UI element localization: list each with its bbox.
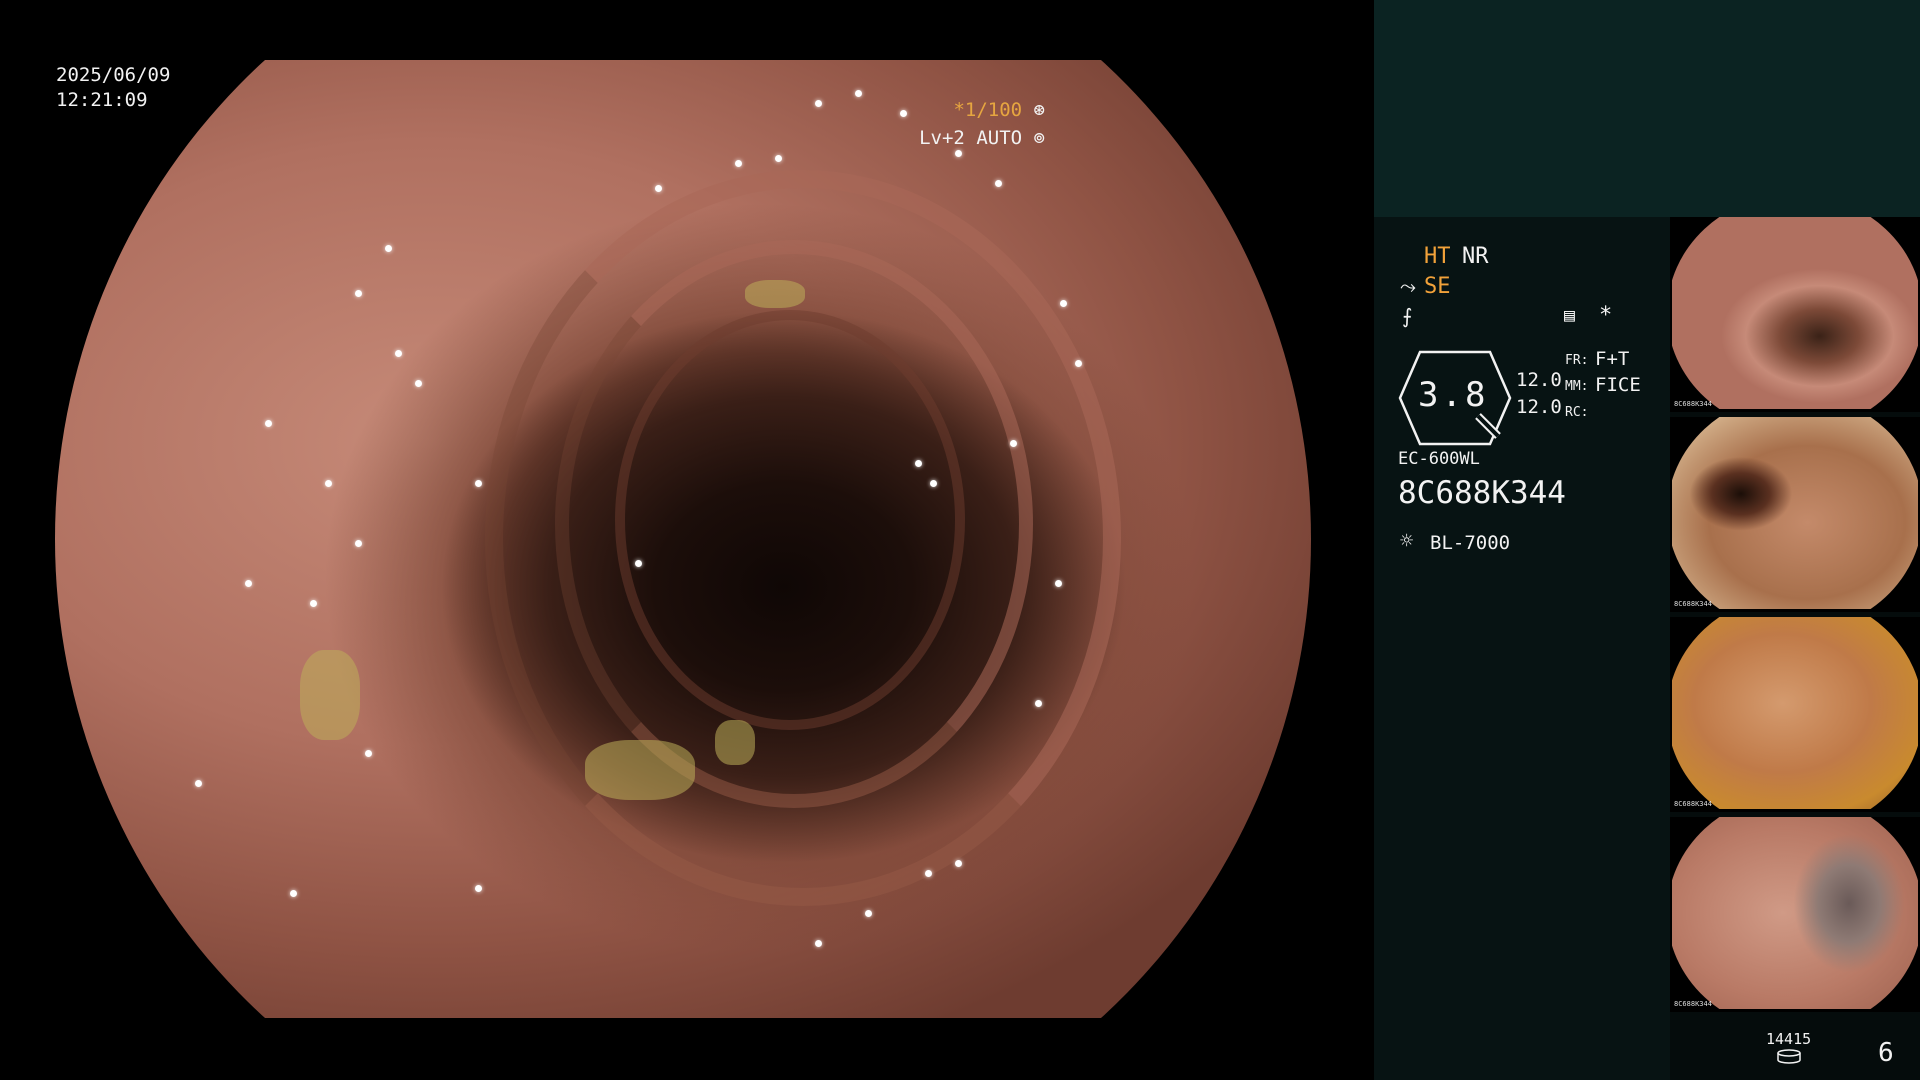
glint [195,780,202,787]
glint [865,910,872,917]
glint [325,480,332,487]
thumbnail-image [1672,417,1918,609]
thumbnail[interactable]: 8C688K344 [1670,817,1920,1012]
glint [365,750,372,757]
right-panel: HT NR ⤳ SE ⨍ ▤ * 3.8 12.0 12.0 FR: F+T M… [1374,0,1920,1080]
glint [855,90,862,97]
glint [925,870,932,877]
thumbnail[interactable]: 8C688K344 [1670,617,1920,812]
glint [475,480,482,487]
glint [900,110,907,117]
glint [955,860,962,867]
glint [930,480,937,487]
glint [815,940,822,947]
glint [775,155,782,162]
image-count: 14415 [1766,1030,1812,1048]
thumbnail-caption: 8C688K344 [1674,1000,1712,1008]
glint [655,185,662,192]
glint [1055,580,1062,587]
value-1: 12.0 [1516,369,1562,391]
glint [265,420,272,427]
shutter-speed: 1/100 [964,99,1023,121]
thumbnail-image [1672,217,1918,409]
shutter-display: *1/100 ⊛ [953,98,1045,123]
scope-model: EC-600WL [1398,449,1480,469]
glint [635,560,642,567]
glint [1010,440,1017,447]
endoscopy-screen: 2025/06/09 12:21:09 *1/100 ⊛ Lv+2 AUTO ⊚… [0,0,1920,1080]
mm-value: FICE [1595,374,1641,396]
shutter-mark: * [953,99,965,121]
panel-header-area [1374,0,1920,217]
debris [745,280,805,308]
glint [735,160,742,167]
rc-label: RC: [1565,405,1589,420]
se-indicator: SE [1424,274,1451,299]
debris [300,650,360,740]
value-2: 12.0 [1516,396,1562,418]
glint [245,580,252,587]
ht-indicator: HT [1424,244,1451,269]
endoscope-live-view [55,60,1311,1018]
mucosal-fold [615,310,965,730]
memo-icon: ▤ [1564,305,1575,326]
scope-serial: 8C688K344 [1398,475,1566,511]
zoom-value: 3.8 [1418,375,1489,415]
thumbnail[interactable]: 8C688K344 [1670,417,1920,612]
datetime-display: 2025/06/09 12:21:09 [56,63,170,113]
glint [1075,360,1082,367]
glint [955,150,962,157]
glint [385,245,392,252]
glint [475,885,482,892]
thumbnail-caption: 8C688K344 [1674,600,1712,608]
shutter-icon: ⊛ [1033,99,1045,121]
thumbnail-caption: 8C688K344 [1674,800,1712,808]
fr-label: FR: [1565,353,1589,368]
light-level: Lv+2 [919,127,965,149]
nr-indicator: NR [1462,244,1489,269]
exposure-display: Lv+2 AUTO ⊚ [919,126,1045,151]
thumbnail-image [1672,617,1918,809]
iris-mode: AUTO [976,127,1023,149]
glint [290,890,297,897]
glint [995,180,1002,187]
date-text: 2025/06/09 [56,64,171,86]
glint [815,100,822,107]
thumbnail-caption: 8C688K344 [1674,400,1712,408]
glint [355,540,362,547]
light-source: BL-7000 [1430,532,1511,554]
structure-icon: ⤳ [1400,274,1416,298]
glint [395,350,402,357]
filter-icon: ⨍ [1402,304,1413,328]
thumbnail-image [1672,817,1918,1009]
settings-info: HT NR ⤳ SE ⨍ ▤ * 3.8 12.0 12.0 FR: F+T M… [1374,217,1670,1080]
fr-value: F+T [1595,348,1630,370]
glint [1060,300,1067,307]
glint [415,380,422,387]
star-indicator: * [1599,303,1613,328]
iris-icon: ⊚ [1033,127,1045,149]
time-text: 12:21:09 [56,89,148,111]
debris [585,740,695,800]
storage-icon [1777,1049,1801,1064]
glint [915,460,922,467]
light-source-icon: ☼ [1400,529,1414,554]
glint [310,600,317,607]
glint [355,290,362,297]
mm-label: MM: [1565,379,1589,394]
page-number: 6 [1878,1038,1894,1068]
thumbnail[interactable]: 8C688K344 [1670,217,1920,412]
debris [715,720,755,765]
glint [1035,700,1042,707]
